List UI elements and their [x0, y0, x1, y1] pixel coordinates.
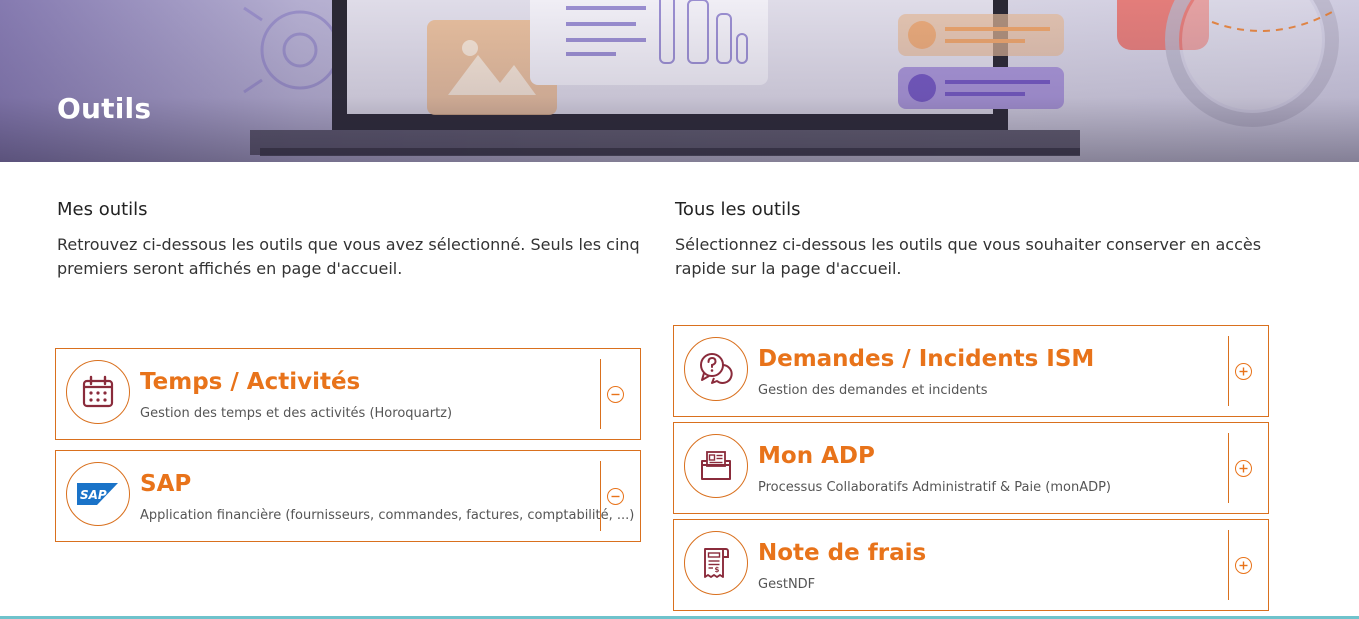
add-tool-button[interactable]	[1235, 557, 1252, 574]
sap-logo: SAP	[66, 462, 130, 526]
card-divider	[600, 359, 601, 429]
my-tools-description: Retrouvez ci-dessous les outils que vous…	[57, 235, 640, 278]
svg-text:SAP: SAP	[80, 488, 107, 502]
all-tools-title: Tous les outils	[675, 199, 801, 220]
folder-document-icon	[684, 434, 748, 498]
tool-card-subtitle: Gestion des demandes et incidents	[758, 383, 988, 398]
add-tool-button[interactable]	[1235, 363, 1252, 380]
header-banner: Outils	[0, 0, 1359, 162]
tool-card-sap[interactable]: SAP SAP Application financière (fourniss…	[55, 450, 641, 542]
card-divider	[1228, 530, 1229, 600]
tool-card-title: Temps / Activités	[140, 369, 361, 395]
tool-card-note-de-frais[interactable]: $ Note de frais GestNDF	[673, 519, 1269, 611]
banner-overlay	[0, 0, 1359, 162]
plus-icon	[1239, 464, 1248, 473]
receipt-icon: $	[684, 531, 748, 595]
svg-text:$: $	[715, 566, 720, 574]
tool-card-subtitle: Processus Collaboratifs Administratif & …	[758, 480, 1112, 495]
help-chat-icon	[684, 337, 748, 401]
tool-card-title: Mon ADP	[758, 443, 875, 469]
plus-icon	[1239, 367, 1248, 376]
all-tools-description: Sélectionnez ci-dessous les outils que v…	[675, 235, 1262, 278]
tool-card-subtitle: Application financière (fournisseurs, co…	[140, 508, 635, 523]
tool-card-mon-adp[interactable]: Mon ADP Processus Collaboratifs Administ…	[673, 422, 1269, 514]
remove-tool-button[interactable]	[607, 488, 624, 505]
minus-icon	[611, 495, 620, 498]
tool-card-title: Demandes / Incidents ISM	[758, 346, 1095, 372]
tool-card-title: SAP	[140, 471, 192, 497]
tool-card-subtitle: GestNDF	[758, 577, 816, 592]
minus-icon	[611, 393, 620, 396]
my-tools-title: Mes outils	[57, 199, 148, 220]
calendar-icon	[66, 360, 130, 424]
remove-tool-button[interactable]	[607, 386, 624, 403]
page-title: Outils	[57, 92, 152, 125]
tool-card-temps-activites[interactable]: Temps / Activités Gestion des temps et d…	[55, 348, 641, 440]
tool-card-title: Note de frais	[758, 540, 927, 566]
add-tool-button[interactable]	[1235, 460, 1252, 477]
card-divider	[1228, 433, 1229, 503]
plus-icon	[1239, 561, 1248, 570]
card-divider	[1228, 336, 1229, 406]
card-divider	[600, 461, 601, 531]
tool-card-subtitle: Gestion des temps et des activités (Horo…	[140, 406, 453, 421]
tool-card-demandes-incidents[interactable]: Demandes / Incidents ISM Gestion des dem…	[673, 325, 1269, 417]
